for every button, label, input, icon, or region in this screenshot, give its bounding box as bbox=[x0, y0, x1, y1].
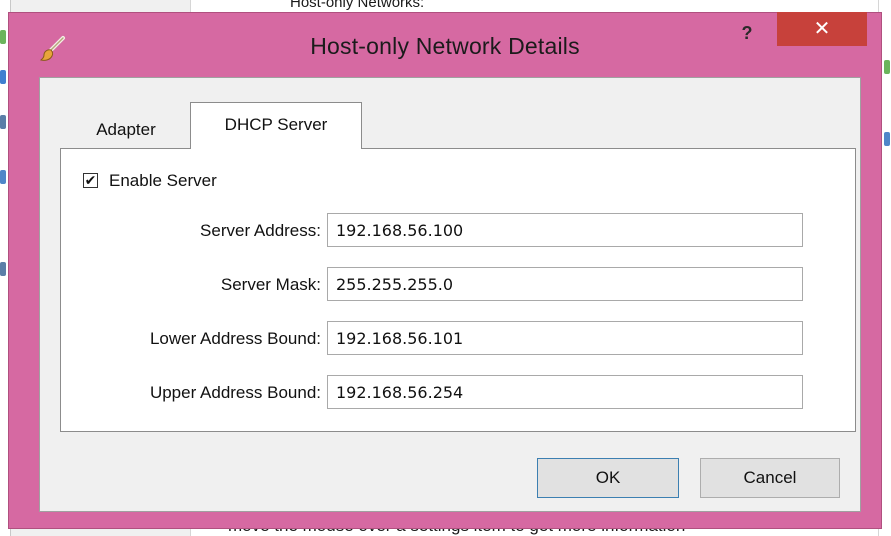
server-mask-label: Server Mask: bbox=[220, 275, 321, 294]
background-blue-icon bbox=[0, 70, 6, 84]
help-button[interactable]: ? bbox=[729, 19, 765, 47]
tab-dhcp-server[interactable]: DHCP Server bbox=[190, 102, 362, 149]
enable-server-label[interactable]: Enable Server bbox=[109, 171, 217, 191]
lower-address-bound-input[interactable] bbox=[327, 321, 803, 355]
lower-address-bound-label: Lower Address Bound: bbox=[149, 329, 321, 348]
title-bar[interactable]: Host-only Network Details ? ✕ bbox=[9, 12, 881, 83]
tab-adapter[interactable]: Adapter bbox=[66, 110, 186, 148]
upper-address-bound-label: Upper Address Bound: bbox=[149, 383, 321, 402]
dhcp-server-panel: ✔ Enable Server Server Address: Server M… bbox=[60, 148, 856, 432]
background-header: Host-only Networks: bbox=[290, 0, 425, 11]
host-only-network-details-dialog: Host-only Network Details ? ✕ Adapter DH… bbox=[8, 12, 882, 529]
ok-button[interactable]: OK bbox=[537, 458, 679, 498]
upper-address-bound-input[interactable] bbox=[327, 375, 803, 409]
dialog-client-area: Adapter DHCP Server ✔ Enable Server Serv… bbox=[39, 77, 861, 512]
background-edit-icon bbox=[884, 132, 890, 146]
server-address-label: Server Address: bbox=[200, 221, 321, 240]
server-mask-input[interactable] bbox=[327, 267, 803, 301]
background-network-icon bbox=[0, 170, 6, 184]
enable-server-checkbox[interactable]: ✔ bbox=[83, 173, 98, 188]
server-address-input[interactable] bbox=[327, 213, 803, 247]
background-list-icon bbox=[0, 115, 6, 129]
close-button[interactable]: ✕ bbox=[777, 12, 867, 46]
cancel-button[interactable]: Cancel bbox=[700, 458, 840, 498]
background-add-icon bbox=[884, 60, 890, 74]
background-green-icon bbox=[0, 30, 6, 44]
background-folder-icon bbox=[0, 262, 6, 276]
